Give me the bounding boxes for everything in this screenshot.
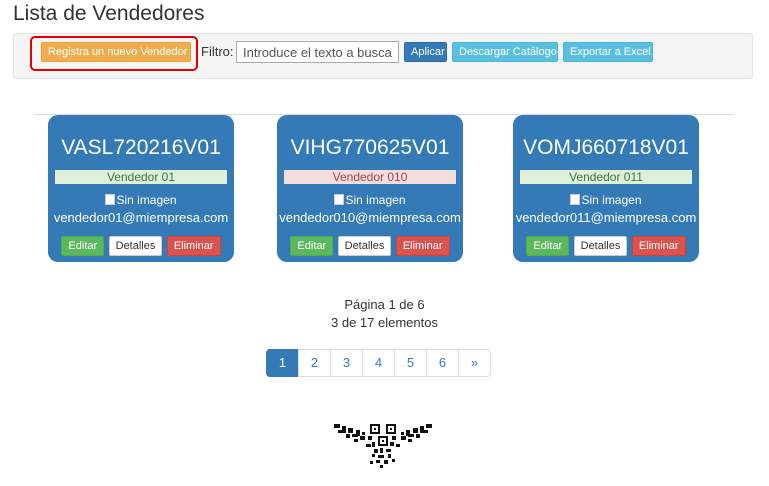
page-link-3[interactable]: 3 [330,349,363,377]
export-excel-button[interactable]: Exportar a Excel [563,42,653,62]
seller-name: Vendedor 011 [520,170,692,184]
details-button[interactable]: Detalles [573,236,628,256]
seller-email: vendedor010@miempresa.com [279,210,461,225]
page-title: Lista de Vendedores [13,2,205,25]
seller-card: VASL720216V01 Vendedor 01 Sin imagen ven… [48,115,234,262]
delete-button[interactable]: Eliminar [166,236,221,256]
seller-image-alt: Sin imagen [345,193,406,207]
pagination: 1 2 3 4 5 6 » [266,349,491,377]
seller-name: Vendedor 01 [55,170,227,184]
seller-card: VOMJ660718V01 Vendedor 011 Sin imagen ve… [513,115,699,262]
broken-image-icon [570,194,581,205]
broken-image-icon [334,194,345,205]
edit-button[interactable]: Editar [526,236,570,256]
edit-button[interactable]: Editar [61,236,105,256]
seller-image: Sin imagen [48,193,234,207]
broken-image-icon [105,194,116,205]
page-link-5[interactable]: 5 [394,349,427,377]
details-button[interactable]: Detalles [108,236,163,256]
seller-email: vendedor011@miempresa.com [515,210,697,225]
seller-rfc: VOMJ660718V01 [523,136,689,159]
seller-image-alt: Sin imagen [581,193,642,207]
item-count: 3 de 17 elementos [331,315,438,330]
card-actions: Editar Detalles Eliminar [277,236,463,256]
delete-button[interactable]: Eliminar [395,236,450,256]
new-seller-button[interactable]: Registra un nuevo Vendedor [41,42,191,62]
apply-button[interactable]: Aplicar [404,42,447,62]
filter-input[interactable] [236,41,399,63]
edit-button[interactable]: Editar [290,236,334,256]
seller-name: Vendedor 010 [284,170,456,184]
download-catalog-button[interactable]: Descargar Catálogo [452,42,558,62]
seller-email: vendedor01@miempresa.com [53,210,229,225]
card-actions: Editar Detalles Eliminar [513,236,699,256]
details-button[interactable]: Detalles [337,236,392,256]
card-actions: Editar Detalles Eliminar [48,236,234,256]
filter-label: Filtro: [201,44,234,59]
page-link-6[interactable]: 6 [426,349,459,377]
qr-bird-logo-icon [334,424,432,468]
page-link-next[interactable]: » [458,349,491,377]
seller-image: Sin imagen [277,193,463,207]
page-link-2[interactable]: 2 [298,349,331,377]
seller-card: VIHG770625V01 Vendedor 010 Sin imagen ve… [277,115,463,262]
page-link-1[interactable]: 1 [266,349,299,377]
seller-rfc: VIHG770625V01 [290,136,450,159]
delete-button[interactable]: Eliminar [631,236,686,256]
page-link-4[interactable]: 4 [362,349,395,377]
page-info: Página 1 de 6 [344,297,425,312]
seller-image-alt: Sin imagen [116,193,177,207]
seller-rfc: VASL720216V01 [61,136,221,159]
seller-image: Sin imagen [513,193,699,207]
